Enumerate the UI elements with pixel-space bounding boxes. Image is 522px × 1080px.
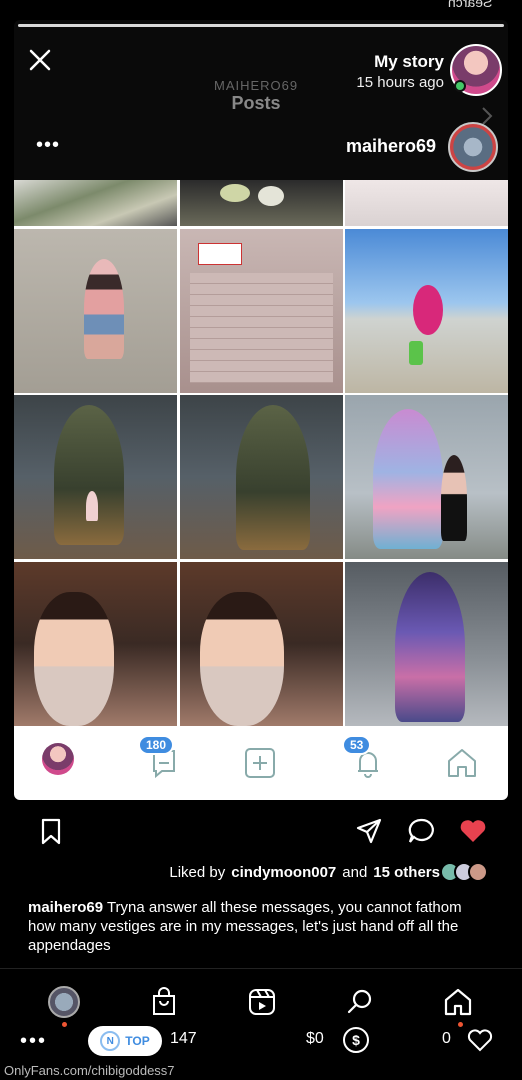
- profile-avatar-icon: [42, 743, 74, 775]
- top-pill[interactable]: N TOP: [88, 1026, 162, 1056]
- grid-tile[interactable]: [345, 561, 508, 726]
- nav-messages[interactable]: 180: [138, 735, 184, 783]
- likes-count: 0: [442, 1030, 451, 1047]
- grid-tile[interactable]: [179, 561, 343, 726]
- divider: [0, 968, 522, 969]
- grid-tile[interactable]: [345, 228, 508, 393]
- grid-tile[interactable]: [14, 228, 177, 393]
- pill-label: TOP: [125, 1034, 150, 1048]
- search-icon[interactable]: [344, 986, 376, 1018]
- bookmark-icon[interactable]: [36, 816, 66, 846]
- tips-amount: $0: [306, 1030, 324, 1047]
- grid-tile[interactable]: [345, 395, 508, 559]
- likes-others[interactable]: 15 others: [373, 864, 440, 881]
- heart-icon[interactable]: [458, 816, 488, 846]
- likes-prefix: Liked by: [169, 863, 226, 881]
- story-user-info: My story 15 hours ago: [356, 52, 444, 91]
- avatar: [468, 862, 488, 882]
- shop-icon[interactable]: [148, 986, 180, 1018]
- comment-icon[interactable]: [406, 816, 436, 846]
- ghost-tab: Posts: [231, 93, 281, 113]
- nav-profile[interactable]: [42, 743, 82, 783]
- close-icon[interactable]: [26, 46, 54, 74]
- grid-tile[interactable]: [179, 395, 343, 559]
- comments-count: 147: [170, 1030, 197, 1047]
- liker-avatars: [440, 862, 488, 882]
- likes-suffix: and: [342, 863, 368, 881]
- reels-icon[interactable]: [246, 986, 278, 1018]
- watermark-url: OnlyFans.com/chibigoddess7: [4, 1063, 175, 1078]
- pill-icon: N: [100, 1031, 121, 1051]
- grid-tile[interactable]: [14, 180, 177, 226]
- status-strip: Search: [0, 0, 522, 20]
- more-icon[interactable]: •••: [20, 1030, 47, 1053]
- story-avatar[interactable]: [450, 44, 502, 96]
- home-icon: [448, 749, 476, 777]
- post-caption: maihero69 Tryna answer all these message…: [28, 898, 490, 955]
- nav-notifications[interactable]: 53: [342, 735, 388, 783]
- post-author-row: ••• maihero69: [14, 122, 508, 172]
- post-author-avatar[interactable]: [448, 122, 498, 172]
- dollar-icon[interactable]: $: [342, 1026, 370, 1054]
- grid-tile[interactable]: [345, 180, 508, 226]
- grid-tile[interactable]: [14, 395, 177, 559]
- grid-tile[interactable]: [14, 561, 177, 726]
- grid-tile[interactable]: [179, 228, 343, 393]
- search-label: Search: [447, 0, 492, 10]
- share-icon[interactable]: [354, 816, 384, 846]
- profile-tab-avatar[interactable]: [48, 986, 80, 1018]
- grid-tile[interactable]: [179, 180, 343, 226]
- online-indicator: [454, 80, 466, 92]
- home-icon[interactable]: [442, 986, 474, 1018]
- more-options-icon[interactable]: •••: [36, 134, 60, 157]
- heart-outline-icon[interactable]: [466, 1026, 494, 1054]
- liker-name[interactable]: cindymoon007: [231, 864, 336, 881]
- post-stats: ••• N TOP 147 $0 $ 0: [0, 1024, 522, 1058]
- caption-user[interactable]: maihero69: [28, 899, 103, 916]
- story-timestamp: 15 hours ago: [356, 74, 444, 91]
- profile-header-ghost: MAIHERO69 Posts: [214, 78, 298, 114]
- notifications-badge: 53: [342, 735, 372, 755]
- svg-text:$: $: [352, 1032, 360, 1048]
- nav-home[interactable]: [442, 743, 482, 783]
- story-viewer: My story 15 hours ago MAIHERO69 Posts ••…: [14, 20, 508, 800]
- story-user-name: My story: [374, 52, 444, 71]
- post-actions: [0, 812, 522, 852]
- add-post-icon: [245, 748, 275, 778]
- story-progress-bar: [18, 24, 504, 27]
- post-author-name[interactable]: maihero69: [346, 136, 436, 157]
- messages-badge: 180: [138, 735, 175, 755]
- ghost-handle: MAIHERO69: [214, 78, 299, 93]
- likes-summary: Liked by cindymoon007 and 15 others: [169, 862, 488, 882]
- profile-bottom-nav: 180 53: [14, 727, 508, 800]
- nav-add[interactable]: [240, 743, 280, 783]
- posts-grid: [14, 180, 508, 727]
